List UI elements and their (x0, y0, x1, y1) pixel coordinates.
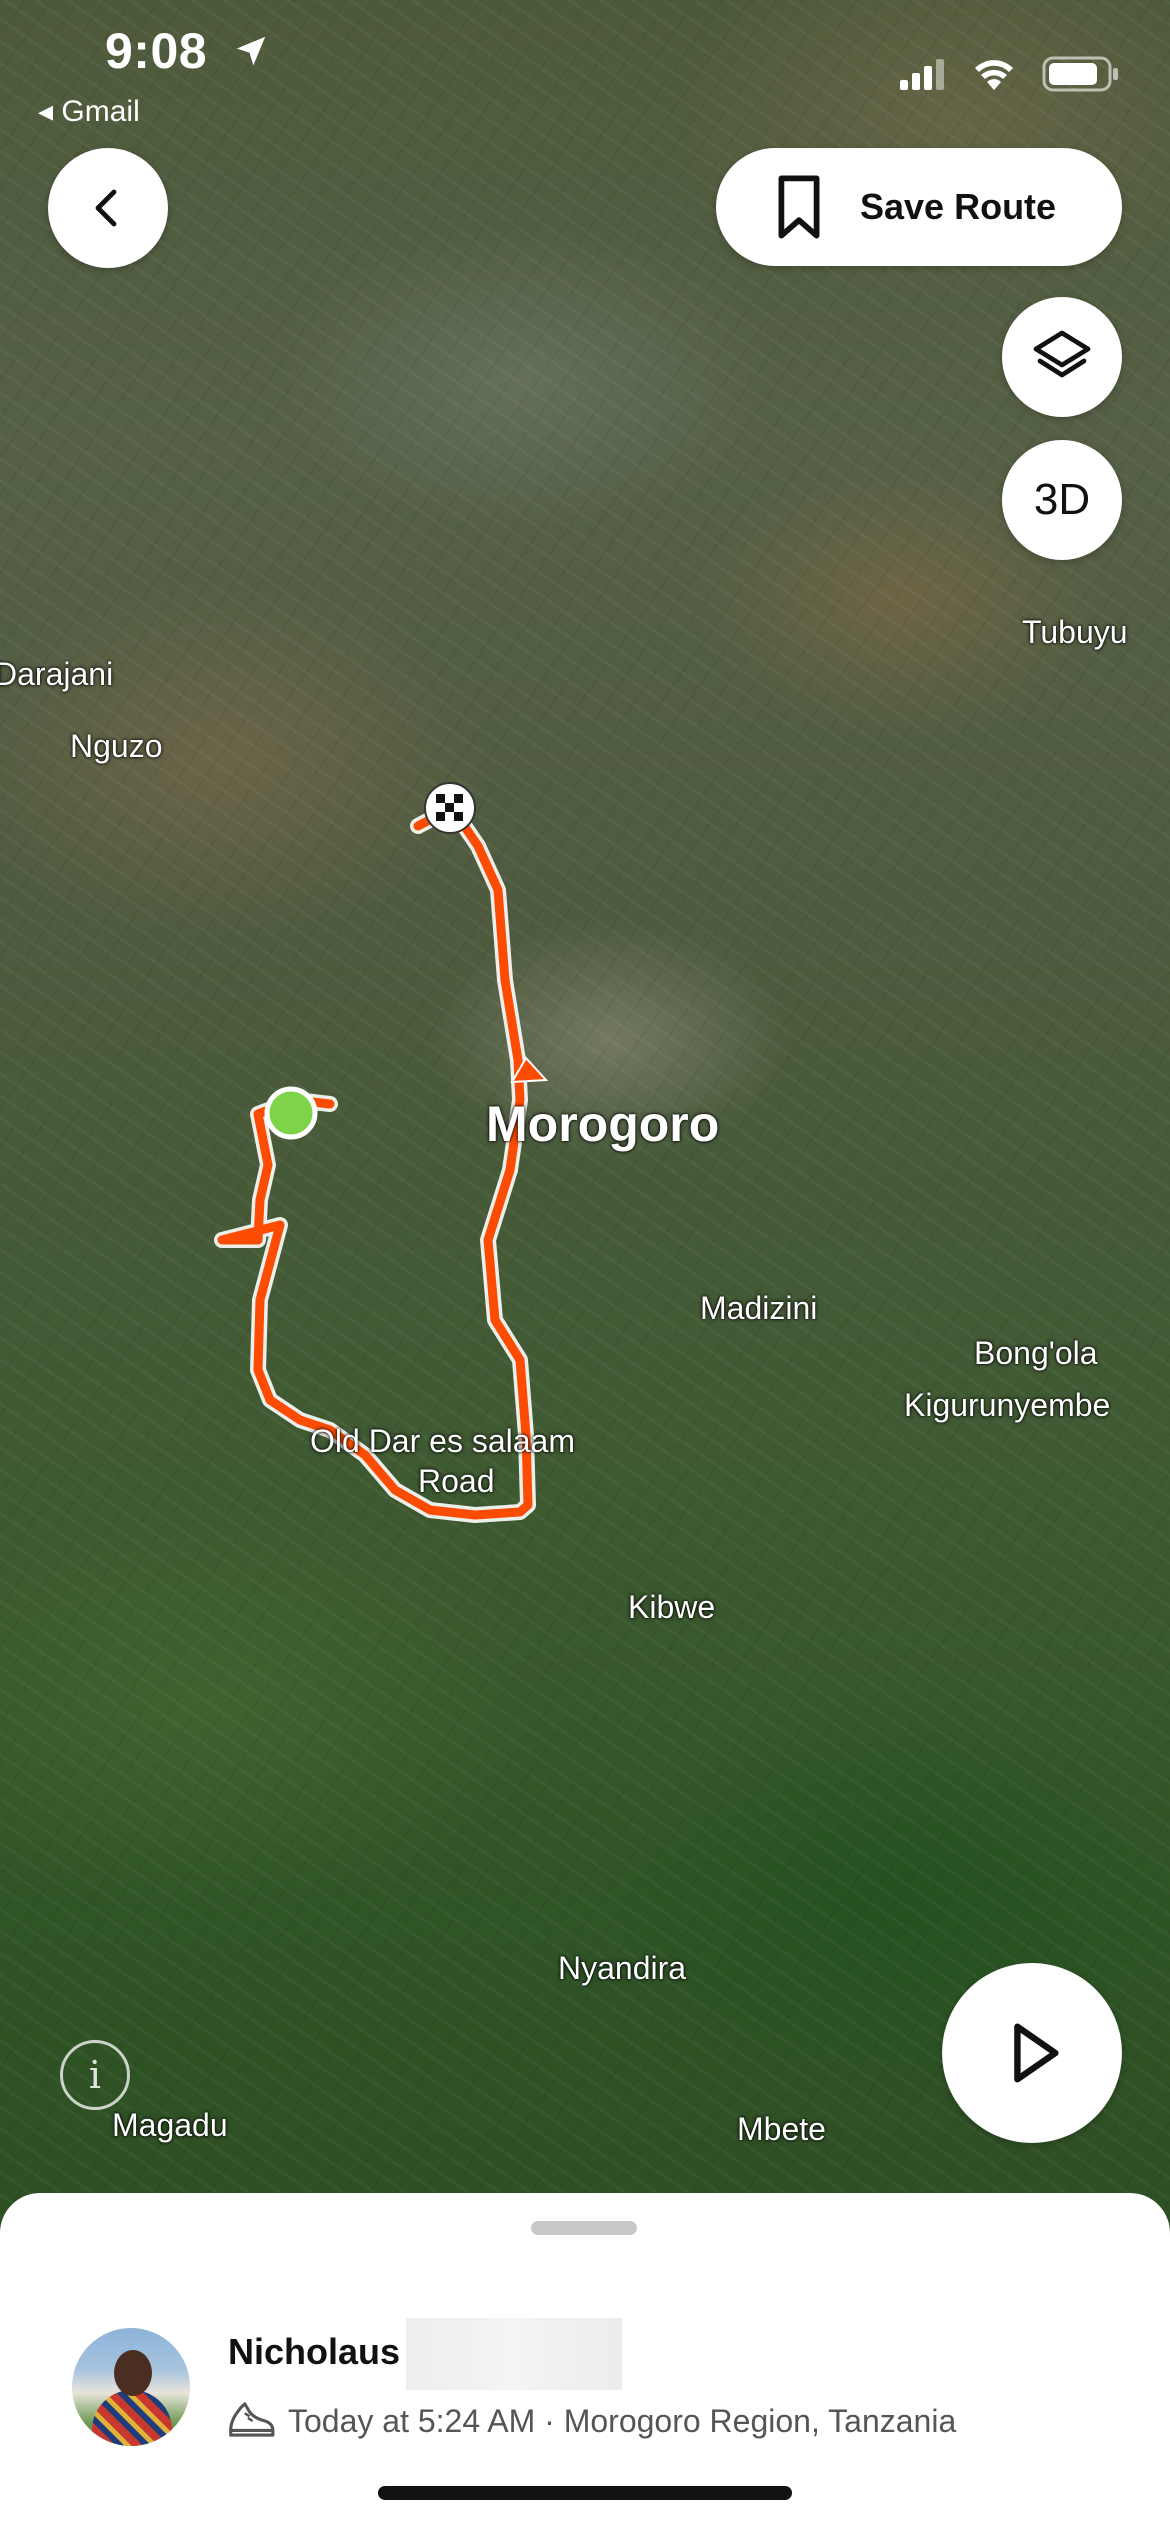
sheet-drag-handle[interactable] (531, 2221, 637, 2235)
wifi-icon (975, 60, 1013, 90)
status-icons (898, 56, 1120, 92)
athlete-name[interactable]: Nicholaus (228, 2331, 400, 2373)
map-label-tubuyu: Tubuyu (1022, 614, 1128, 650)
map-label-bongola: Bong'ola (974, 1335, 1098, 1371)
3d-view-button[interactable]: 3D (1002, 440, 1122, 560)
map-label-road-line2: Road (418, 1463, 495, 1499)
status-bar: 9:08 ◂ Gmail (0, 0, 1170, 130)
map-info-button[interactable]: i (60, 2040, 130, 2110)
redacted-surname (406, 2318, 622, 2390)
battery-icon (1042, 56, 1118, 92)
map-layers-button[interactable] (1002, 297, 1122, 417)
play-flyover-button[interactable] (942, 1963, 1122, 2143)
running-shoe-icon (229, 2402, 275, 2437)
map-label-darajani: Darajani (0, 656, 114, 692)
info-icon: i (88, 2053, 102, 2097)
save-route-label: Save Route (860, 186, 1057, 227)
activity-timestamp-location: Today at 5:24 AM · Morogoro Region, Tanz… (288, 2402, 957, 2439)
play-icon (1014, 2023, 1059, 2083)
chevron-left-icon (95, 189, 117, 227)
avatar[interactable] (72, 2328, 190, 2446)
cellular-signal-icon (900, 59, 944, 90)
activity-meta-row: Today at 5:24 AM · Morogoro Region, Tanz… (226, 2398, 956, 2444)
satellite-map[interactable]: Darajani Nguzo Tubuyu Morogoro Madizini … (0, 0, 1170, 2240)
map-label-kibwe: Kibwe (628, 1589, 716, 1625)
map-label-nyandira: Nyandira (558, 1950, 687, 1986)
back-to-app-link[interactable]: ◂ Gmail (38, 94, 140, 129)
map-label-madizini: Madizini (700, 1290, 818, 1326)
status-time: 9:08 (105, 23, 208, 79)
map-label-magadu: Magadu (112, 2107, 228, 2143)
start-marker (264, 1086, 318, 1140)
bookmark-icon (778, 175, 820, 239)
map-label-mbete: Mbete (737, 2111, 826, 2147)
map-label-kigurunyembe: Kigurunyembe (904, 1387, 1111, 1423)
finish-flag-marker (424, 782, 476, 834)
map-label-city: Morogoro (486, 1096, 720, 1152)
home-indicator (378, 2486, 792, 2500)
map-label-road-line1: Old Dar es salaam (310, 1423, 575, 1459)
layers-icon (1033, 330, 1091, 378)
save-route-button[interactable]: Save Route (716, 148, 1122, 266)
back-button[interactable] (48, 148, 168, 268)
map-label-nguzo: Nguzo (70, 728, 163, 764)
location-arrow-icon (236, 36, 266, 66)
bottom-sheet[interactable]: Nicholaus Today at 5:24 AM · Morogoro Re… (0, 2193, 1170, 2532)
